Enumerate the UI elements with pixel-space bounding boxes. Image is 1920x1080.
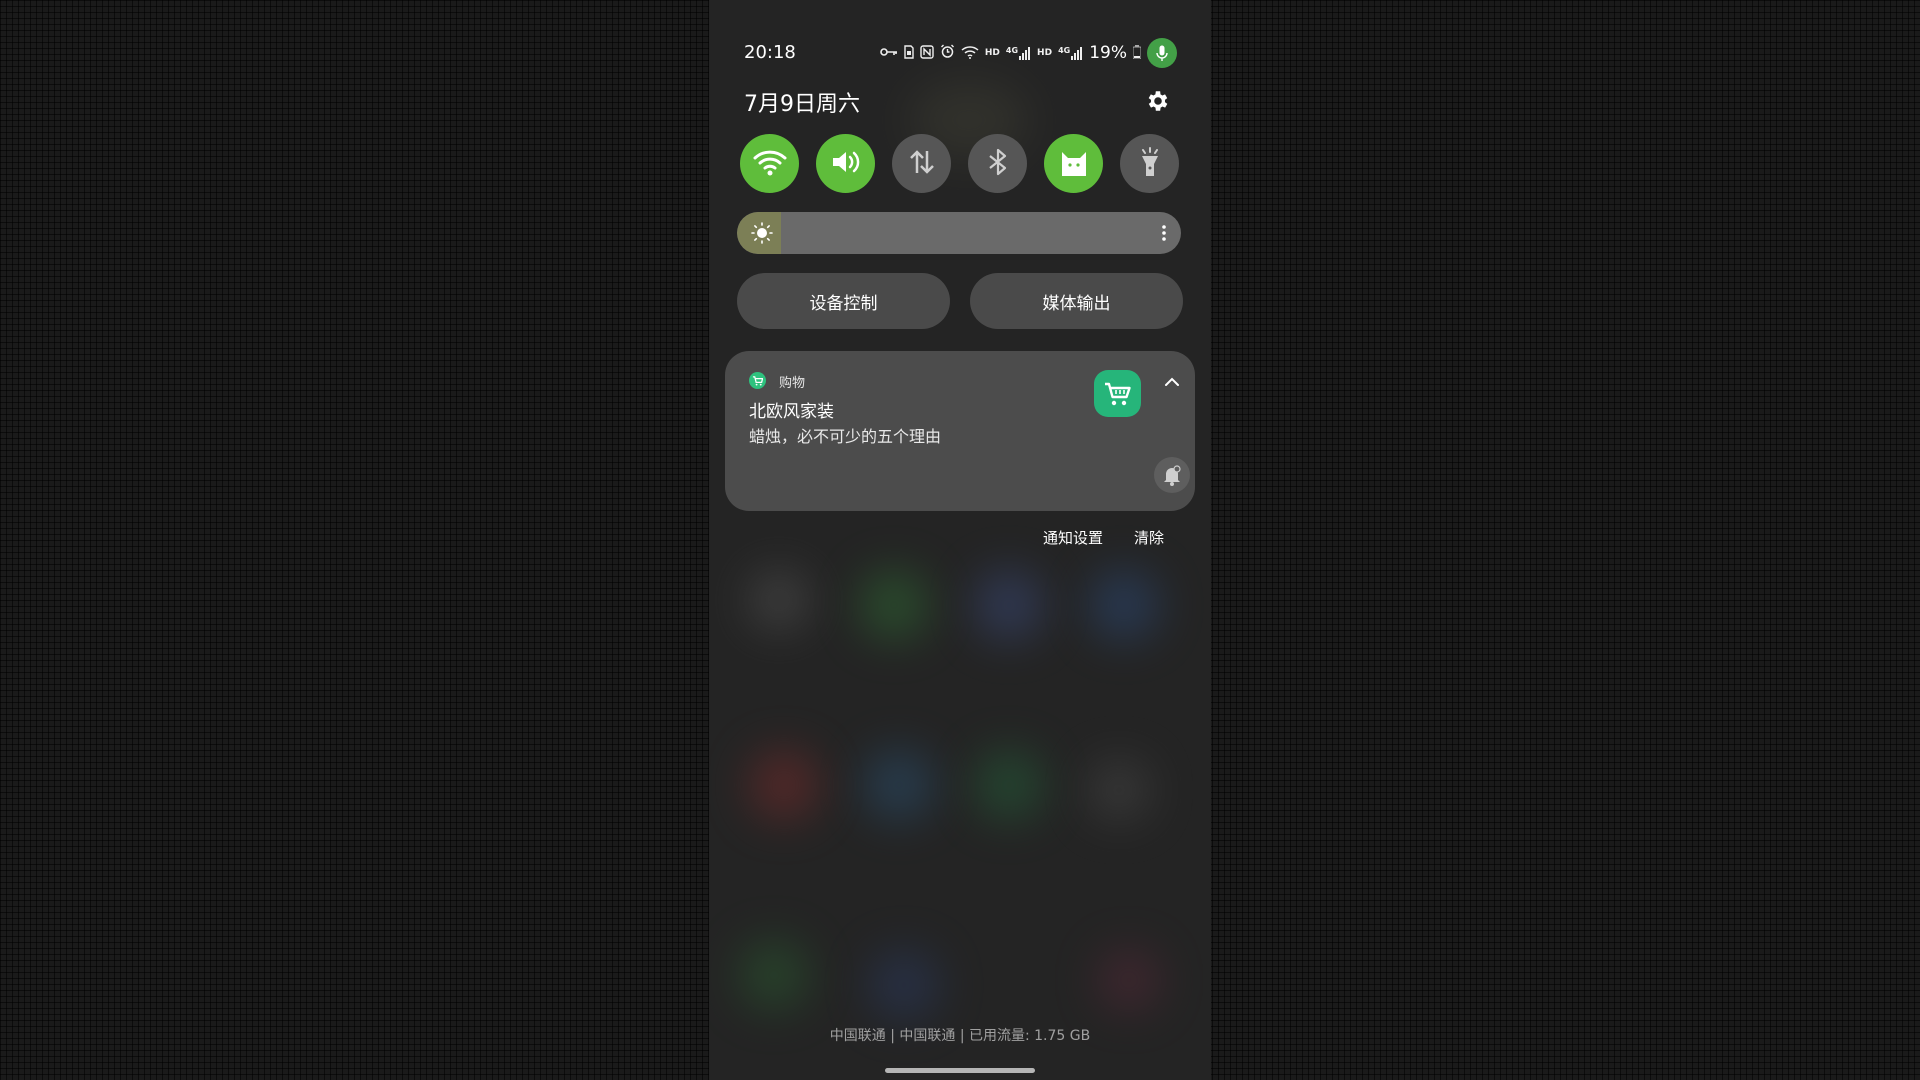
device-control-button[interactable]: 设备控制 bbox=[737, 273, 950, 329]
flashlight-tile[interactable] bbox=[1120, 134, 1179, 193]
battery-percent: 19% bbox=[1089, 43, 1127, 63]
signal-icon: 4G bbox=[1006, 46, 1031, 60]
chevron-up-icon[interactable] bbox=[1163, 373, 1181, 386]
gear-icon[interactable] bbox=[1143, 86, 1173, 116]
status-time: 20:18 bbox=[744, 42, 796, 63]
quick-settings-tiles bbox=[740, 134, 1179, 193]
more-options-icon[interactable] bbox=[1161, 224, 1167, 242]
home-indicator[interactable] bbox=[885, 1068, 1035, 1073]
status-bar: 20:18 HD 4G HD 4G 19% bbox=[709, 38, 1211, 70]
shopping-cart-icon bbox=[1094, 370, 1141, 417]
shopping-cart-icon bbox=[749, 372, 766, 389]
date-label: 7月9日周六 bbox=[744, 92, 860, 117]
sim-icon bbox=[904, 44, 914, 62]
carrier-info: 中国联通 | 中国联通 | 已用流量: 1.75 GB bbox=[829, 1028, 1091, 1044]
media-output-button[interactable]: 媒体输出 bbox=[970, 273, 1183, 329]
clear-all-link[interactable]: 清除 bbox=[1134, 527, 1164, 548]
hd-label-1: HD bbox=[984, 48, 1000, 58]
wifi-tile[interactable] bbox=[740, 134, 799, 193]
sun-icon bbox=[751, 222, 773, 244]
bluetooth-tile[interactable] bbox=[968, 134, 1027, 193]
nfc-icon bbox=[920, 44, 934, 62]
signal-icon: 4G bbox=[1058, 46, 1083, 60]
mobile-data-tile[interactable] bbox=[892, 134, 951, 193]
notification-settings-link[interactable]: 通知设置 bbox=[1043, 527, 1103, 548]
cat-mode-tile[interactable] bbox=[1044, 134, 1103, 193]
notification-card[interactable]: 购物 北欧风家装 蜡烛，必不可少的五个理由 bbox=[725, 351, 1195, 511]
cat-mode-icon bbox=[1059, 146, 1089, 182]
wifi-icon bbox=[753, 148, 787, 180]
notification-title: 北欧风家装 bbox=[749, 402, 834, 422]
wifi-icon bbox=[961, 45, 979, 62]
sound-icon bbox=[830, 148, 862, 180]
bell-snooze-icon[interactable] bbox=[1154, 457, 1190, 493]
brightness-slider[interactable] bbox=[737, 212, 1181, 254]
notification-app-name: 购物 bbox=[779, 376, 806, 391]
alarm-icon bbox=[940, 44, 955, 62]
notification-shade: 20:18 HD 4G HD 4G 19% 7月9日周六 设备控制 媒体输出 购… bbox=[709, 0, 1211, 1080]
mobile-data-icon bbox=[907, 147, 937, 181]
bluetooth-icon bbox=[987, 147, 1009, 181]
hd-label-2: HD bbox=[1037, 48, 1053, 58]
vpn-key-icon bbox=[880, 46, 898, 61]
battery-icon bbox=[1132, 44, 1142, 62]
sound-tile[interactable] bbox=[816, 134, 875, 193]
microphone-icon[interactable] bbox=[1147, 38, 1177, 68]
notification-text: 蜡烛，必不可少的五个理由 bbox=[749, 427, 942, 446]
flashlight-icon bbox=[1138, 146, 1162, 182]
